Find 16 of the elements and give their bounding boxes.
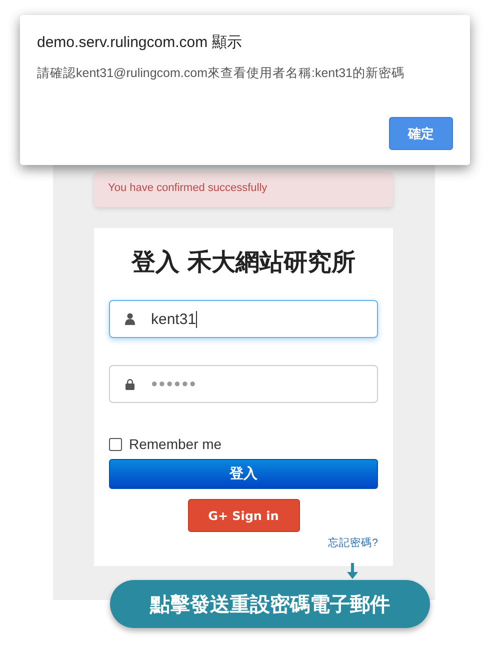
remember-checkbox[interactable] [109, 438, 122, 450]
forgot-password-link[interactable]: 忘記密碼? [328, 536, 378, 550]
lock-icon [125, 378, 135, 390]
down-arrow-icon [347, 563, 358, 579]
success-alert: You have confirmed successfully [94, 172, 393, 207]
callout-banner: 點擊發送重設密碼電子郵件 [110, 580, 430, 628]
login-title: 登入 禾大網站研究所 [130, 247, 357, 278]
dialog-message: 請確認kent31@rulingcom.com來查看使用者名稱:kent31的新密碼 [37, 65, 406, 82]
dialog-title: demo.serv.rulingcom.com 顯示 [37, 33, 243, 52]
username-field[interactable]: kent31 [109, 300, 378, 338]
ok-button[interactable]: 確定 [389, 117, 453, 150]
password-field[interactable]: ●●●●●● [109, 365, 378, 403]
google-sign-in-button[interactable]: G+ Sign in [188, 499, 300, 532]
user-icon [125, 313, 135, 325]
login-button[interactable]: 登入 [109, 459, 378, 489]
remember-label: Remember me [129, 436, 222, 452]
